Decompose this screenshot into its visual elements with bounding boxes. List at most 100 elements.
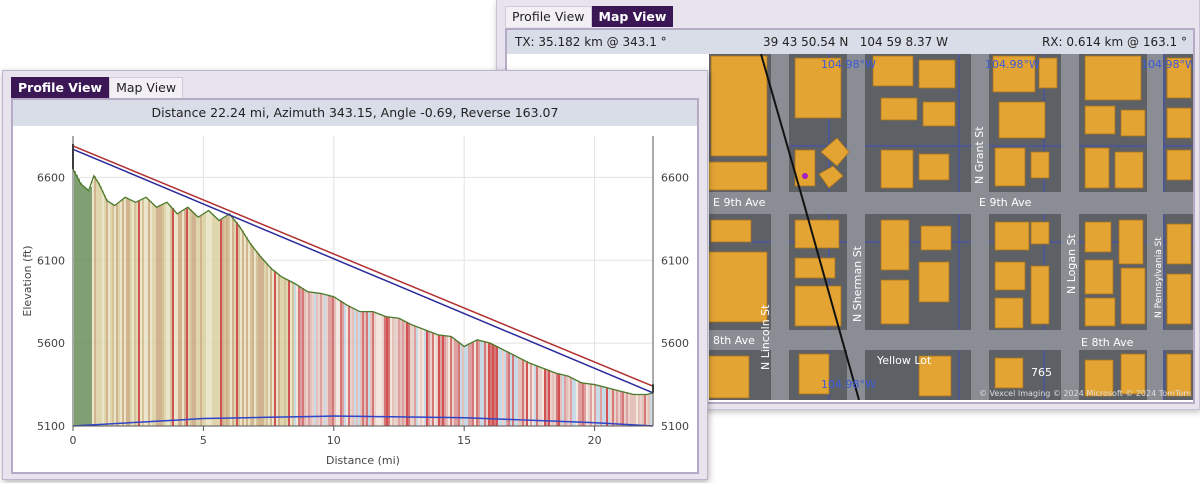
clutter-bar	[640, 394, 642, 426]
clutter-bar	[250, 243, 252, 426]
clutter-bar	[628, 393, 630, 426]
clutter-bar	[260, 255, 262, 426]
clutter-bar	[396, 317, 398, 426]
clutter-bar	[600, 385, 602, 426]
clutter-bar	[112, 203, 114, 426]
clutter-bar	[302, 288, 304, 426]
clutter-bar	[614, 389, 616, 426]
clutter-bar	[194, 213, 196, 426]
clutter-bar	[186, 208, 188, 426]
street-label: 8th Ave	[713, 334, 755, 347]
clutter-bar	[178, 213, 180, 426]
clutter-bar	[522, 359, 524, 426]
y-tick-label-right: 6100	[661, 254, 689, 267]
clutter-bar	[550, 370, 552, 426]
clutter-bar	[176, 212, 178, 426]
street-label: N Lincoln St	[759, 304, 772, 370]
tab-profile-view[interactable]: Profile View	[11, 77, 110, 98]
clutter-bar	[156, 206, 158, 426]
clutter-bar	[470, 343, 472, 426]
x-axis-label: Distance (mi)	[326, 454, 400, 467]
clutter-bar	[298, 285, 300, 426]
longitude-label: 104.98°W	[821, 58, 876, 71]
clutter-bar	[372, 311, 374, 426]
clutter-bar	[144, 198, 146, 426]
clutter-bar	[168, 203, 170, 426]
clutter-bar	[230, 214, 232, 426]
clutter-bar	[368, 311, 370, 426]
clutter-bar	[212, 213, 214, 426]
clutter-bar	[78, 178, 80, 426]
clutter-bar	[596, 384, 598, 426]
clutter-bar	[134, 201, 136, 426]
clutter-bar	[504, 350, 506, 426]
clutter-bar	[316, 292, 318, 426]
elevation-profile-chart[interactable]: 0 5 10 15 20 5100 5100 5600 5600 6100 6100 6600 6600…	[13, 126, 697, 472]
clutter-bar	[546, 369, 548, 426]
clutter-bar	[356, 309, 358, 426]
clutter-bar	[612, 388, 614, 426]
clutter-bar	[126, 197, 128, 426]
tab-map-view[interactable]: Map View	[109, 77, 184, 98]
clutter-bar	[538, 366, 540, 426]
clutter-bar	[254, 248, 256, 426]
clutter-bar	[288, 280, 290, 426]
clutter-bar	[96, 179, 98, 426]
tab-profile-view[interactable]: Profile View	[505, 6, 592, 27]
clutter-bar	[246, 236, 248, 426]
clutter-bar	[620, 391, 622, 426]
clutter-bar	[430, 331, 432, 426]
y-tick-label-left: 6100	[37, 254, 65, 267]
clutter-bar	[226, 216, 228, 426]
clutter-bar	[408, 322, 410, 426]
clutter-bar	[320, 293, 322, 426]
longitude-label: 104.98°W	[985, 58, 1040, 71]
clutter-bar	[608, 387, 610, 426]
clutter-bar	[114, 205, 116, 426]
clutter-bar	[570, 377, 572, 426]
clutter-bar	[502, 349, 504, 426]
clutter-bar	[286, 279, 288, 426]
clutter-bar	[190, 209, 192, 426]
clutter-bar	[242, 230, 244, 426]
street-label: N Sherman St	[851, 245, 864, 322]
clutter-bar	[86, 188, 88, 426]
clutter-bar	[282, 277, 284, 426]
street-label: N Logan St	[1065, 233, 1078, 294]
terrain-clutter-bars	[74, 171, 654, 426]
clutter-bar	[636, 394, 638, 426]
tab-map-view[interactable]: Map View	[591, 6, 674, 27]
clutter-bar	[556, 373, 558, 426]
aerial-map[interactable]: E 9th Ave E 9th Ave E 8th Ave 8th Ave N …	[709, 54, 1193, 400]
clutter-bar	[314, 292, 316, 426]
x-tick-label: 0	[70, 434, 77, 447]
profile-panel: Distance 22.24 mi, Azimuth 343.15, Angle…	[11, 98, 699, 474]
rx-marker[interactable]	[802, 173, 808, 179]
clutter-bar	[128, 198, 130, 426]
clutter-bar	[358, 310, 360, 426]
clutter-bar	[146, 197, 148, 426]
clutter-bar	[188, 207, 190, 426]
clutter-bar	[110, 202, 112, 426]
clutter-bar	[182, 210, 184, 426]
clutter-bar	[258, 253, 260, 426]
clutter-bar	[416, 326, 418, 426]
clutter-bar	[474, 341, 476, 426]
clutter-bar	[370, 311, 372, 426]
clutter-bar	[380, 314, 382, 426]
clutter-bar	[90, 186, 92, 426]
clutter-bar	[384, 315, 386, 426]
clutter-bar	[318, 293, 320, 426]
clutter-bar	[480, 340, 482, 426]
clutter-bar	[452, 337, 454, 426]
clutter-bar	[484, 341, 486, 426]
latlon-readout: 39 43 50.54 N 104 59 8.37 W	[763, 35, 948, 49]
profile-view-window: Profile View Map View Distance 22.24 mi,…	[2, 70, 708, 480]
map-canvas[interactable]: E 9th Ave E 9th Ave E 8th Ave 8th Ave N …	[709, 54, 1193, 400]
clutter-bar	[158, 206, 160, 426]
clutter-bar	[428, 331, 430, 426]
clutter-bar	[280, 275, 282, 426]
street-label: E 9th Ave	[713, 196, 766, 209]
clutter-bar	[574, 379, 576, 426]
clutter-bar	[284, 278, 286, 426]
